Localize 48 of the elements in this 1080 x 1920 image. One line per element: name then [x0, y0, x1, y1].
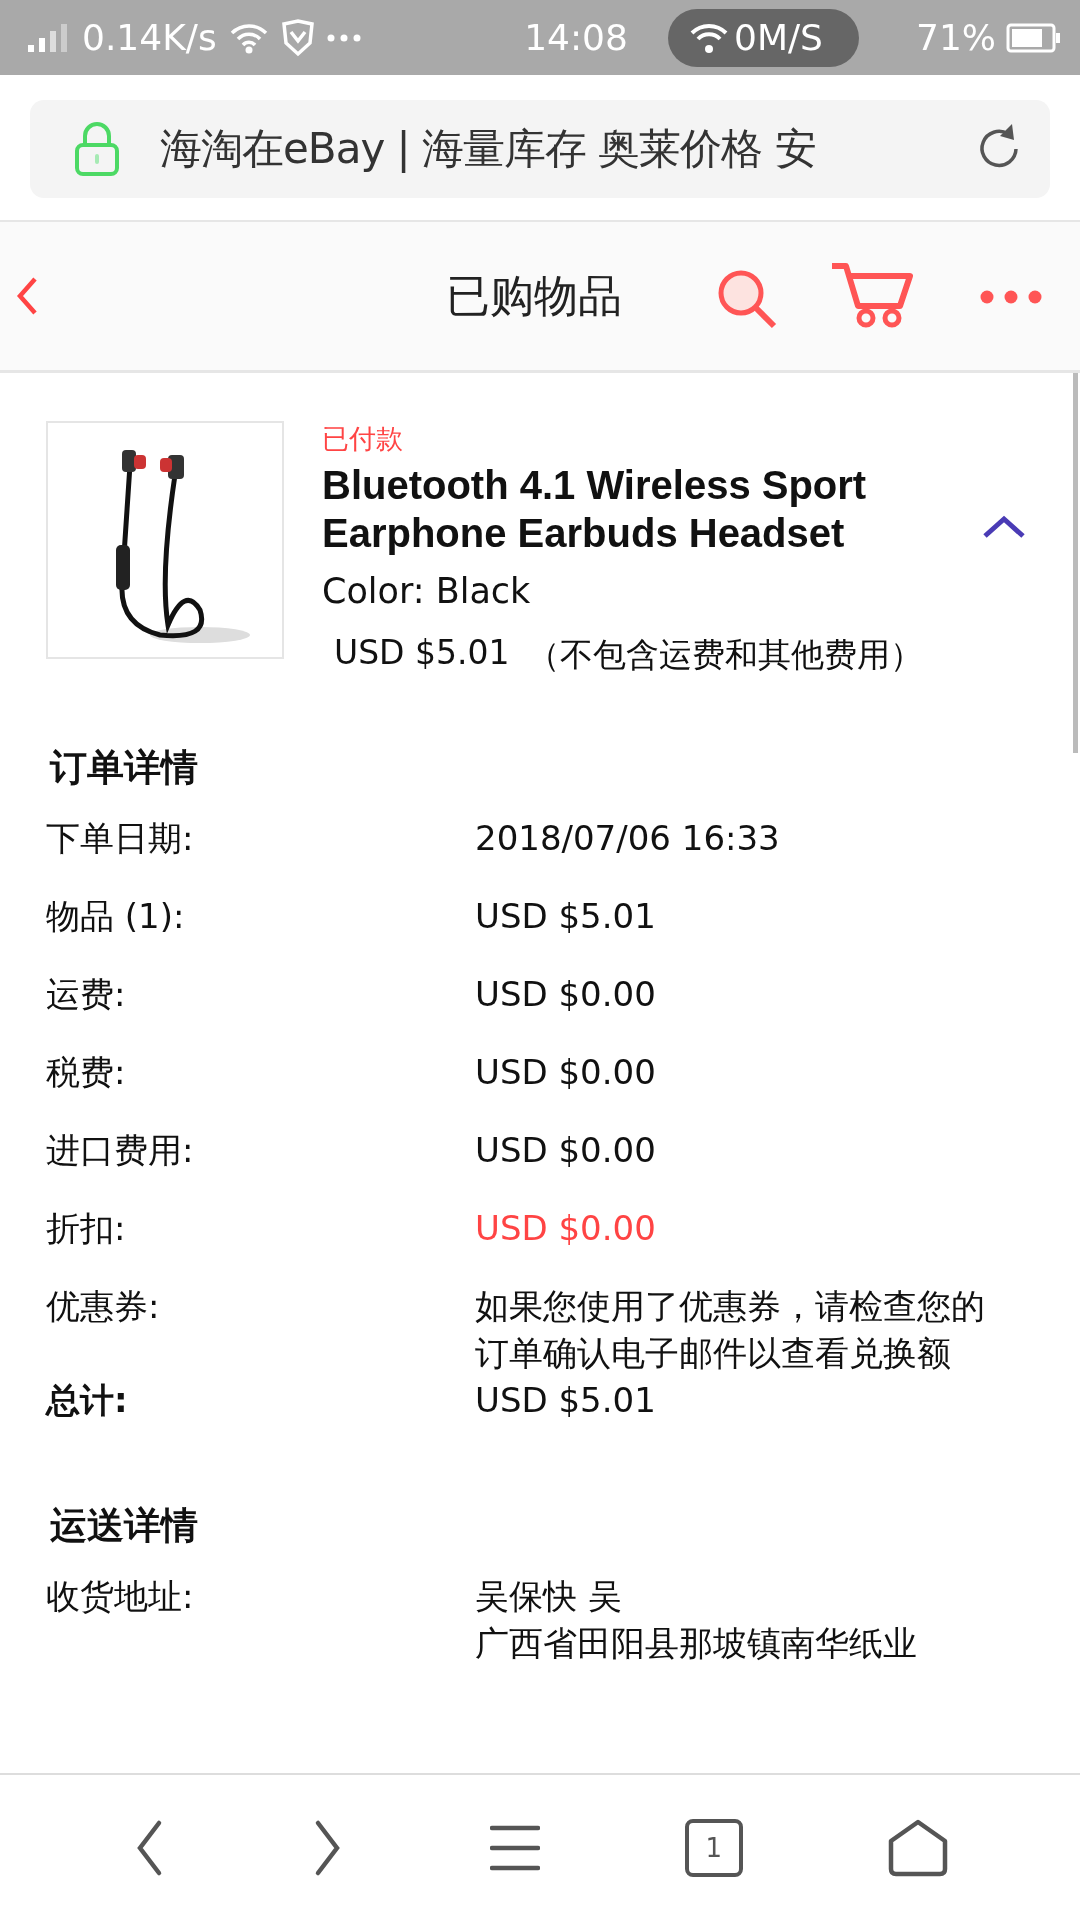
- field-label: 物品 (1):: [46, 895, 186, 938]
- field-value: USD $5.01: [475, 1379, 657, 1422]
- cart-icon[interactable]: [830, 262, 914, 328]
- search-icon[interactable]: [716, 268, 778, 330]
- field-label: 税费:: [46, 1051, 127, 1094]
- field-label: 折扣:: [46, 1207, 127, 1250]
- more-icon: [326, 33, 361, 42]
- field-label: 总计:: [46, 1379, 129, 1422]
- network-speed: 0.14K/s: [82, 17, 217, 58]
- field-value: USD $5.01: [475, 895, 657, 938]
- field-value: 如果您使用了优惠券，请检查您的订单确认电子邮件以查看兑换额: [475, 1285, 986, 1375]
- page-heading: 已购物品: [446, 268, 622, 323]
- wifi-icon: [688, 21, 730, 54]
- field-value: USD $0.00: [475, 1129, 657, 1172]
- shield-icon: [280, 18, 315, 57]
- page-title: 海淘在eBay | 海量库存 奥莱价格 安: [160, 123, 817, 175]
- wifi-icon: [228, 21, 269, 54]
- product-color: Color: Black: [322, 571, 532, 611]
- address-line: 广西省田阳县那坡镇南华纸业: [475, 1622, 918, 1665]
- field-label: 优惠券:: [46, 1285, 161, 1328]
- tabs-button[interactable]: 1: [684, 1818, 743, 1877]
- address-bar[interactable]: 海淘在eBay | 海量库存 奥莱价格 安: [30, 100, 1050, 198]
- lock-icon: [74, 121, 120, 177]
- battery-level: 71%: [916, 17, 996, 58]
- field-value: USD $0.00: [475, 1207, 657, 1250]
- field-label: 收货地址:: [46, 1575, 195, 1618]
- caret-icon[interactable]: [982, 515, 1026, 539]
- section-heading: 运送详情: [50, 1503, 199, 1549]
- more-icon[interactable]: [980, 290, 1042, 304]
- field-value: USD $0.00: [475, 1051, 657, 1094]
- home-icon[interactable]: [887, 1818, 948, 1877]
- product-price: USD $5.01: [334, 633, 510, 674]
- signal-icon: [26, 22, 70, 53]
- back-icon[interactable]: [16, 276, 38, 316]
- field-label: 运费:: [46, 973, 127, 1016]
- battery-icon: [1006, 22, 1062, 53]
- price-note: （不包含运费和其他费用）: [527, 634, 924, 676]
- product-title[interactable]: Bluetooth 4.1 Wireless Sport Earphone Earbuds Headset: [322, 461, 922, 557]
- field-label: 下单日期:: [46, 817, 195, 860]
- hotspot-speed: 0M/S: [734, 17, 823, 58]
- section-heading: 订单详情: [50, 745, 199, 791]
- field-value: 2018/07/06 16:33: [475, 817, 781, 860]
- clock: 14:08: [523, 17, 629, 58]
- field-label: 进口费用:: [46, 1129, 195, 1172]
- field-value: USD $0.00: [475, 973, 657, 1016]
- address-line: 吴保快 吴: [475, 1575, 623, 1618]
- order-status: 已付款: [322, 422, 404, 456]
- menu-icon[interactable]: [490, 1824, 540, 1871]
